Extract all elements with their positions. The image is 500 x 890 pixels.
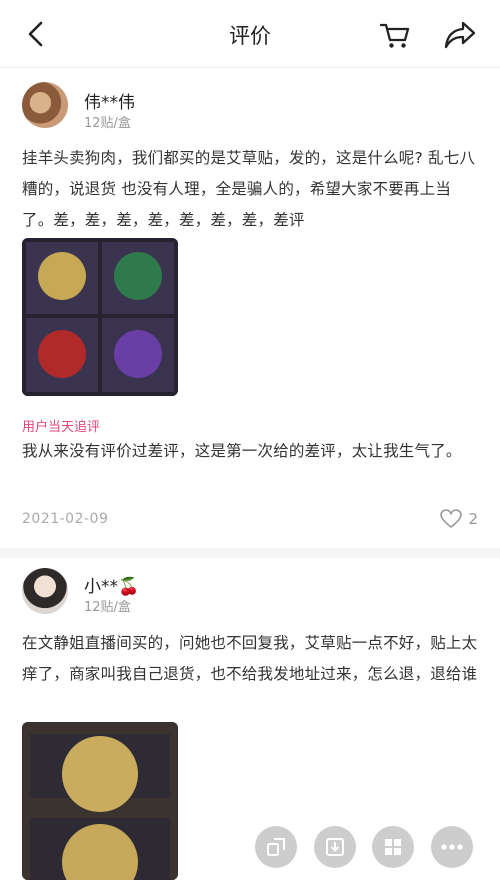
followup-label: 用户当天追评: [22, 420, 101, 435]
review-date: 2021-02-09: [22, 511, 109, 527]
share-button[interactable]: [442, 18, 478, 52]
download-icon: [326, 838, 344, 856]
divider: [0, 548, 500, 558]
switch-icon: [267, 838, 285, 856]
share-icon: [444, 21, 476, 49]
product-boxes-image: [22, 238, 178, 396]
floating-actions: [0, 826, 500, 870]
avatar[interactable]: [22, 568, 68, 614]
cart-button[interactable]: [378, 18, 412, 52]
review-content: 在文静姐直播间买的，问她也不回复我，艾草贴一点不好，贴上太痒了，商家叫我自己退货…: [22, 634, 478, 683]
like-button[interactable]: 2: [440, 509, 478, 529]
review-username: 伟**伟: [84, 93, 135, 113]
grid-button[interactable]: [372, 826, 414, 868]
more-button[interactable]: [431, 826, 473, 868]
review-content: 挂羊头卖狗肉，我们都买的是艾草贴，发的，这是什么呢? 乱七八糟的，说退货 也没有…: [22, 149, 476, 229]
top-bar: 评价: [0, 0, 500, 68]
avatar[interactable]: [22, 82, 68, 128]
page-title: 评价: [229, 24, 271, 48]
cart-icon: [379, 23, 410, 48]
review-username: 小**🍒: [84, 577, 140, 597]
more-icon: [441, 844, 463, 850]
review-image[interactable]: [22, 238, 178, 396]
like-count: 2: [468, 510, 478, 528]
switch-button[interactable]: [255, 826, 297, 868]
heart-icon: [440, 509, 463, 529]
followup-content: 我从来没有评价过差评，这是第一次给的差评，太让我生气了。: [22, 442, 462, 460]
download-button[interactable]: [314, 826, 356, 868]
grid-icon: [385, 839, 401, 855]
review-spec: 12贴/盒: [84, 600, 131, 615]
review-spec: 12贴/盒: [84, 116, 131, 131]
